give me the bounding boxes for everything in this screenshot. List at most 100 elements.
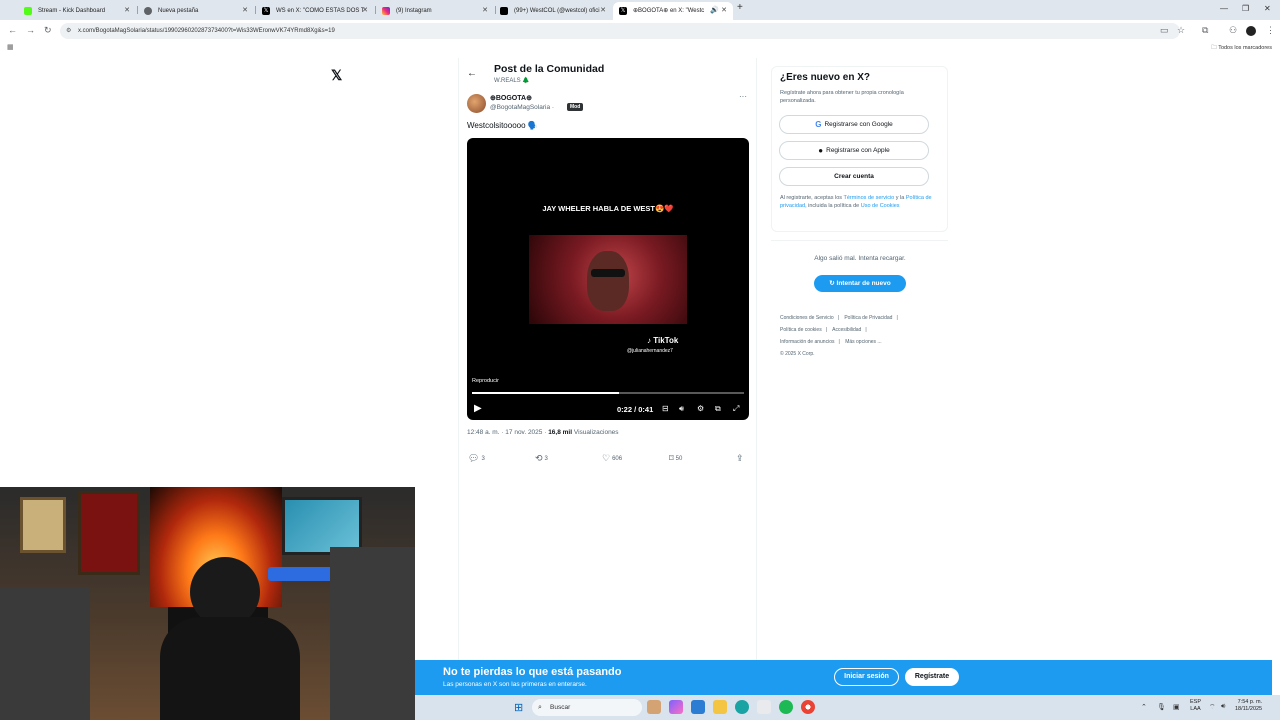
more-options-icon[interactable]: ··· <box>739 92 747 101</box>
restore-icon[interactable]: ❐ <box>1242 4 1249 13</box>
repost-count: 3 <box>544 456 548 463</box>
close-icon[interactable]: ✕ <box>600 2 606 20</box>
speaker-icon[interactable]: 🔊 <box>710 2 719 20</box>
author-avatar[interactable] <box>467 94 486 113</box>
url-input[interactable]: ⚙ x.com/BogotaMagSolaria/status/19902960… <box>60 23 1180 39</box>
forward-icon[interactable]: → <box>26 25 35 35</box>
tab-x-bogota-active[interactable]: 𝕏 ⊕BOGOTA⊕ en X: "Westc 🔊 ✕ <box>613 2 733 20</box>
avatar[interactable] <box>1246 26 1256 36</box>
share-button[interactable]: ⇪ <box>736 453 746 464</box>
post-text: Westcolsitooooo 🗣️ <box>467 121 538 130</box>
author-handle[interactable]: @BogotaMagSolaria · <box>490 104 554 111</box>
new-tab-plus-icon[interactable]: + <box>737 2 743 13</box>
lang-code: ESP <box>1190 699 1202 705</box>
footer-separator: | <box>896 315 898 321</box>
edge-icon[interactable] <box>735 700 749 714</box>
like-button[interactable]: ♡ 606 <box>602 453 622 464</box>
close-window-icon[interactable]: ✕ <box>1264 4 1271 13</box>
signup-apple-button[interactable]: ● Registrarse con Apple <box>779 141 929 160</box>
footer-more-link[interactable]: Más opciones ... <box>845 339 881 345</box>
register-button[interactable]: Regístrate <box>905 668 959 686</box>
reply-button[interactable]: 💬︎ 3 <box>468 453 485 464</box>
x-icon: 𝕏 <box>619 7 627 15</box>
profile-icon[interactable]: ⚇ <box>1229 25 1237 36</box>
page-title: Post de la Comunidad <box>494 63 605 75</box>
post-date[interactable]: 12:48 a. m. · 17 nov. 2025 · <box>467 429 546 436</box>
bookmark-star-icon[interactable]: ☆ <box>1177 25 1185 36</box>
error-message: Algo salió mal. Intenta recargar. <box>814 255 906 262</box>
community-link[interactable]: W.REALS 🌲 <box>494 77 530 84</box>
tray-chevron-icon[interactable]: ⌃ <box>1141 703 1147 711</box>
footer-copyright: © 2025 X Corp. <box>780 351 815 357</box>
tab-tiktok-westcol[interactable]: (99+) WestCOL (@westcol) ofici ✕ <box>494 2 612 20</box>
apps-grid-icon[interactable]: ▦ <box>7 43 14 51</box>
taskbar-search-input[interactable]: ⌕ Buscar <box>532 699 642 716</box>
install-app-icon[interactable]: ▭ <box>1160 25 1169 36</box>
close-icon[interactable]: ✕ <box>124 2 130 20</box>
clock[interactable]: 7:54 p. m. 18/11/2025 <box>1235 699 1262 713</box>
back-arrow-icon[interactable]: ← <box>467 68 477 79</box>
signup-google-button[interactable]: G Registrarse con Google <box>779 115 929 134</box>
tab-new-tab[interactable]: Nueva pestaña ✕ <box>138 2 254 20</box>
footer-ads-link[interactable]: Información de anuncios <box>780 339 834 345</box>
login-button[interactable]: Iniciar sesión <box>834 668 899 686</box>
close-icon[interactable]: ✕ <box>362 2 368 20</box>
task-view-icon[interactable] <box>691 700 705 714</box>
back-icon[interactable]: ← <box>8 25 17 35</box>
tab-instagram[interactable]: (9) Instagram ✕ <box>376 2 494 20</box>
spotify-icon[interactable] <box>779 700 793 714</box>
clock-date: 18/11/2025 <box>1235 706 1263 712</box>
windows-start-icon[interactable]: ⊞ <box>514 701 523 714</box>
picture-in-picture-icon[interactable]: ⧉ <box>715 404 721 414</box>
copilot-icon[interactable] <box>669 700 683 714</box>
footer-cookies-link[interactable]: Política de cookies <box>780 327 822 333</box>
minimize-icon[interactable]: — <box>1220 4 1228 13</box>
tab-label: Stream - Kick Dashboard <box>38 8 106 14</box>
chrome-icon[interactable] <box>801 700 815 714</box>
settings-icon[interactable]: ⚙ <box>697 404 704 413</box>
tray-mic-icon[interactable]: 🎙︎ <box>1157 703 1166 711</box>
tiktok-watermark: ♪ TikTok <box>647 336 678 345</box>
post-meta: 12:48 a. m. · 17 nov. 2025 · 16,8 mil Vi… <box>467 429 619 436</box>
footer-accessibility-link[interactable]: Accesibilidad <box>832 327 861 333</box>
retry-button[interactable]: ↻ Intentar de nuevo <box>814 275 906 292</box>
video-progress-bar[interactable] <box>472 392 744 394</box>
close-icon[interactable]: ✕ <box>482 2 488 20</box>
footer-privacy-link[interactable]: Política de Privacidad <box>844 315 892 321</box>
author-name[interactable]: ⊕BOGOTA⊕ <box>490 94 532 102</box>
banner-subtitle: Las personas en X son las primeras en en… <box>443 681 587 688</box>
terms-link[interactable]: Términos de servicio <box>844 195 895 201</box>
play-icon[interactable]: ▶ <box>474 403 482 414</box>
store-icon[interactable] <box>757 700 771 714</box>
fullscreen-icon[interactable]: ⤢ <box>733 404 739 414</box>
close-icon[interactable]: ✕ <box>721 2 727 20</box>
language-indicator[interactable]: ESP LAA <box>1190 699 1201 713</box>
all-bookmarks-label: Todos los marcadores <box>1218 45 1272 51</box>
cookies-link[interactable]: Uso de Cookies <box>861 203 900 209</box>
tab-kick-dashboard[interactable]: Stream - Kick Dashboard ✕ <box>18 2 136 20</box>
captions-icon[interactable]: ⊟ <box>662 404 669 413</box>
create-account-button[interactable]: Crear cuenta <box>779 167 929 186</box>
video-player[interactable]: JAY WHELER HABLA DE WEST😍❤️ ♪ TikTok @ju… <box>467 138 749 420</box>
tiktok-icon <box>500 7 508 15</box>
all-bookmarks-folder[interactable]: 🗀 Todos los marcadores <box>1211 44 1272 53</box>
file-explorer-icon[interactable] <box>713 700 727 714</box>
widget-icon[interactable] <box>647 700 661 714</box>
footer-separator: | <box>865 327 867 333</box>
site-info-icon[interactable]: ⚙ <box>66 23 71 39</box>
x-logo-icon[interactable]: 𝕏 <box>331 67 342 84</box>
volume-icon[interactable]: 🔊︎ <box>679 404 684 414</box>
sunglasses-shape <box>591 269 625 277</box>
repost-button[interactable]: ⟲ 3 <box>535 453 548 464</box>
menu-icon[interactable]: ⋮ <box>1266 25 1275 36</box>
close-icon[interactable]: ✕ <box>242 2 248 20</box>
extensions-icon[interactable]: ⧉ <box>1202 25 1208 36</box>
wifi-icon[interactable]: ⌔ <box>1209 703 1216 712</box>
reload-icon[interactable]: ↻ <box>44 25 52 36</box>
x-icon: 𝕏 <box>262 7 270 15</box>
tab-x-ws[interactable]: 𝕏 WS en X: "COMO ESTAS DOS T ✕ <box>256 2 374 20</box>
volume-icon[interactable]: 🔊︎ <box>1221 703 1225 711</box>
footer-terms-link[interactable]: Condiciones de Servicio <box>780 315 834 321</box>
tray-app-icon[interactable]: ▣ <box>1173 703 1180 711</box>
bookmark-button[interactable]: ⌑ 50 <box>669 453 682 464</box>
